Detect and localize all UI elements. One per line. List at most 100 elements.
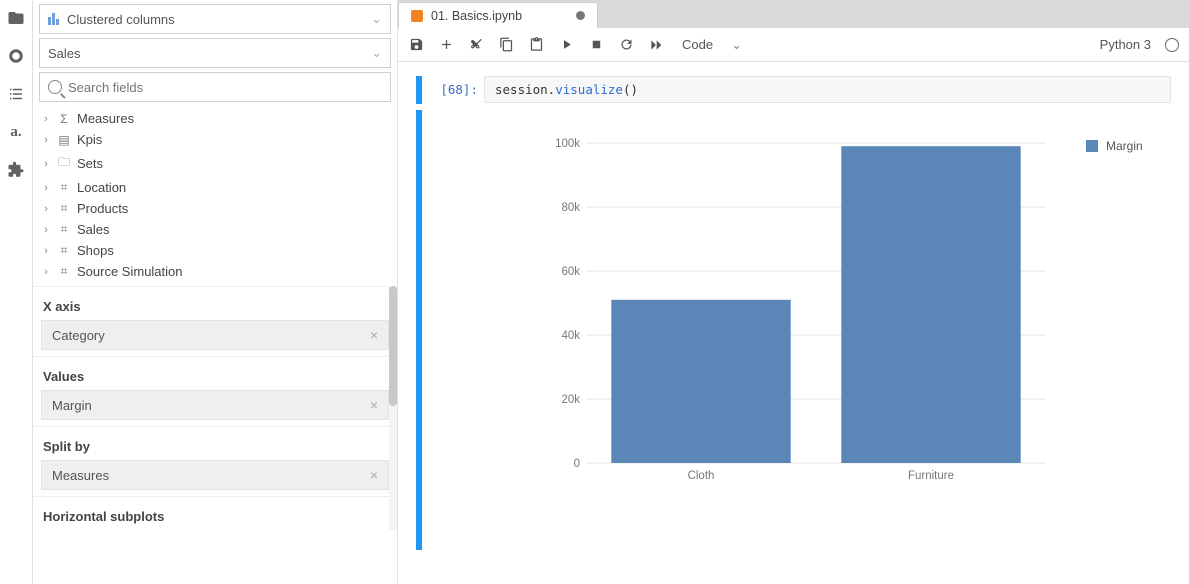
splitby-heading: Split by — [33, 426, 397, 460]
running-icon[interactable] — [6, 46, 26, 66]
field-type-icon: ▤ — [57, 133, 71, 147]
chip-label: Margin — [52, 398, 92, 413]
field-type-icon: ⌗ — [57, 222, 71, 237]
sidebar-scrollbar[interactable] — [389, 286, 397, 530]
horizsubplots-heading: Horizontal subplots — [33, 496, 397, 530]
remove-icon[interactable]: × — [370, 397, 378, 413]
chip-label: Measures — [52, 468, 109, 483]
code-editor[interactable]: session.visualize() — [484, 76, 1171, 103]
dirty-indicator — [576, 11, 585, 20]
cube-selector[interactable]: Sales ⌄ — [39, 38, 391, 68]
fields-tree: ›ΣMeasures›▤Kpis›🗀Sets›⌗Location›⌗Produc… — [33, 102, 397, 286]
paste-icon[interactable] — [528, 37, 544, 53]
tree-item[interactable]: › ⌗ Shops — [41, 240, 389, 261]
svg-text:100k: 100k — [555, 138, 580, 150]
svg-text:20k: 20k — [561, 394, 580, 406]
cut-icon[interactable] — [468, 37, 484, 53]
restart-icon[interactable] — [618, 37, 634, 53]
chevron-down-icon: ⌄ — [731, 37, 742, 53]
folder-icon[interactable] — [6, 8, 26, 28]
tree-item[interactable]: ›🗀Sets — [41, 150, 389, 177]
tab-bar: 01. Basics.ipynb — [398, 0, 1189, 28]
tree-item-label: Location — [77, 180, 126, 195]
expand-icon[interactable]: › — [41, 224, 51, 236]
code-cell[interactable]: [68]: session.visualize() — [426, 76, 1171, 103]
legend-swatch — [1086, 140, 1098, 152]
chevron-down-icon: ⌄ — [371, 45, 382, 61]
tree-item[interactable]: › Σ Measures — [41, 108, 389, 129]
copy-icon[interactable] — [498, 37, 514, 53]
notebook-tab[interactable]: 01. Basics.ipynb — [398, 2, 598, 28]
notebook-area: 01. Basics.ipynb Code ⌄ Python 3 [68]: s… — [398, 0, 1189, 584]
field-type-icon: Σ — [57, 112, 71, 126]
add-cell-icon[interactable] — [438, 37, 454, 53]
tree-item[interactable]: ›⌗Products — [41, 198, 389, 219]
field-type-icon: ⌗ — [57, 201, 71, 216]
tree-item-label: Sales — [77, 222, 110, 237]
tab-title: 01. Basics.ipynb — [431, 9, 522, 23]
values-chip[interactable]: Margin × — [41, 390, 389, 420]
tree-item-label: Kpis — [77, 132, 102, 147]
remove-icon[interactable]: × — [370, 327, 378, 343]
chip-label: Category — [52, 328, 105, 343]
field-type-icon: ⌗ — [57, 243, 71, 258]
search-icon — [48, 80, 62, 94]
svg-text:0: 0 — [574, 458, 580, 470]
bar-chart-icon — [48, 13, 59, 25]
search-fields[interactable] — [39, 72, 391, 102]
tree-item[interactable]: › ⌗ Source Simulation — [41, 261, 389, 282]
svg-text:Cloth: Cloth — [688, 470, 715, 482]
splitby-chip[interactable]: Measures × — [41, 460, 389, 490]
jupyter-icon — [411, 10, 423, 22]
tree-item-label: Source Simulation — [77, 264, 183, 279]
search-input[interactable] — [68, 80, 382, 95]
expand-icon[interactable]: › — [41, 266, 51, 278]
svg-text:40k: 40k — [561, 330, 580, 342]
restart-run-all-icon[interactable] — [648, 37, 664, 53]
stop-icon[interactable] — [588, 37, 604, 53]
remove-icon[interactable]: × — [370, 467, 378, 483]
expand-icon[interactable]: › — [41, 158, 51, 170]
kernel-name[interactable]: Python 3 — [1100, 37, 1151, 52]
expand-icon[interactable]: › — [41, 203, 51, 215]
output-marker[interactable] — [416, 110, 422, 550]
tree-item-label: Shops — [77, 243, 114, 258]
chevron-down-icon: ⌄ — [371, 11, 382, 27]
chart-legend[interactable]: Margin — [1086, 139, 1143, 153]
chart-type-selector[interactable]: Clustered columns ⌄ — [39, 4, 391, 34]
cell-type-label: Code — [682, 37, 713, 52]
tree-item-label: Sets — [77, 156, 103, 171]
cube-label: Sales — [48, 46, 81, 61]
activity-rail: a. — [0, 0, 33, 584]
atoti-icon[interactable]: a. — [6, 122, 26, 142]
cell-type-selector[interactable]: Code ⌄ — [678, 37, 746, 53]
config-sidebar: Clustered columns ⌄ Sales ⌄ › Σ Measures › ▤… — [33, 0, 398, 584]
cell-marker[interactable] — [416, 76, 422, 104]
values-heading: Values — [33, 356, 397, 390]
cell-gutter — [416, 76, 426, 550]
svg-text:Furniture: Furniture — [908, 470, 954, 482]
scrollbar-thumb[interactable] — [389, 286, 397, 406]
save-icon[interactable] — [408, 37, 424, 53]
xaxis-chip[interactable]: Category × — [41, 320, 389, 350]
tree-item[interactable]: › ⌗ Location — [41, 177, 389, 198]
prompt-label: [68]: — [426, 76, 484, 103]
expand-icon[interactable]: › — [41, 113, 51, 125]
tree-item[interactable]: › ▤ Kpis — [41, 129, 389, 150]
toc-icon[interactable] — [6, 84, 26, 104]
run-icon[interactable] — [558, 37, 574, 53]
field-type-icon: ⌗ — [57, 264, 71, 279]
notebook-toolbar: Code ⌄ Python 3 — [398, 28, 1189, 62]
axis-config: X axis Category × Values Margin × Split … — [33, 286, 397, 530]
extensions-icon[interactable] — [6, 160, 26, 180]
tree-item-label: Measures — [77, 111, 134, 126]
bar-chart[interactable]: 020k40k60k80k100kClothFurniture — [536, 133, 1056, 493]
svg-text:60k: 60k — [561, 266, 580, 278]
kernel-status-icon[interactable] — [1165, 38, 1179, 52]
expand-icon[interactable]: › — [41, 182, 51, 194]
expand-icon[interactable]: › — [41, 134, 51, 146]
tree-item[interactable]: › ⌗ Sales — [41, 219, 389, 240]
expand-icon[interactable]: › — [41, 245, 51, 257]
field-type-icon: ⌗ — [57, 180, 71, 195]
notebook-body: [68]: session.visualize() 020k40k60k80k1… — [398, 62, 1189, 584]
